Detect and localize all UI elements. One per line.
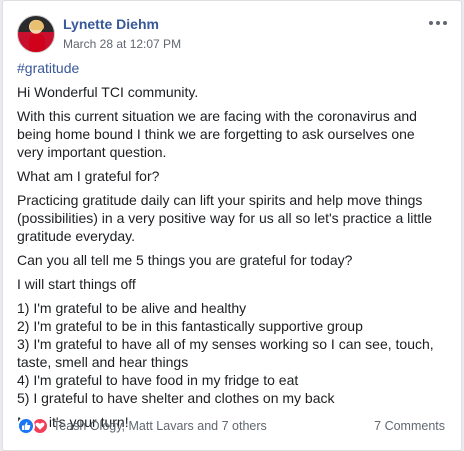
list-item: 3) I'm grateful to have all of my senses…	[17, 336, 434, 370]
comments-count-link[interactable]: 7 Comments	[374, 419, 445, 433]
post-footer: Teash Ology, Matt Lavars and 7 others 7 …	[17, 415, 447, 437]
list-item: 2) I'm grateful to be in this fantastica…	[17, 318, 363, 334]
list-item: 5) I grateful to have shelter and clothe…	[17, 390, 335, 406]
reaction-summary[interactable]: Teash Ology, Matt Lavars and 7 others	[17, 417, 267, 435]
dot	[443, 21, 447, 25]
hashtag-link[interactable]: #gratitude	[17, 60, 79, 76]
avatar-dress	[29, 34, 45, 52]
paragraph-ask: Can you all tell me 5 things you are gra…	[17, 252, 353, 268]
paragraph-greeting: Hi Wonderful TCI community.	[17, 84, 199, 100]
reactors-link[interactable]: Teash Ology, Matt Lavars and 7 others	[53, 419, 267, 433]
post-timestamp[interactable]: March 28 at 12:07 PM	[63, 37, 181, 51]
like-reaction-icon	[17, 417, 35, 435]
post-header: Lynette Diehm March 28 at 12:07 PM	[17, 15, 449, 55]
dot	[436, 21, 440, 25]
gratitude-list: 1) I'm grateful to be alive and healthy …	[17, 299, 437, 407]
paragraph-question: What am I grateful for?	[17, 168, 160, 184]
avatar-hair	[30, 20, 44, 30]
paragraph-start: I will start things off	[17, 276, 136, 292]
paragraph-situation: With this current situation we are facin…	[17, 108, 417, 160]
post-card: Lynette Diehm March 28 at 12:07 PM #grat…	[2, 0, 462, 451]
dot	[429, 21, 433, 25]
more-options-icon[interactable]	[429, 17, 447, 29]
author-avatar[interactable]	[17, 15, 55, 53]
list-item: 4) I'm grateful to have food in my fridg…	[17, 372, 299, 388]
list-item: 1) I'm grateful to be alive and healthy	[17, 300, 247, 316]
post-body: #gratitude Hi Wonderful TCI community. W…	[17, 59, 437, 437]
paragraph-practice: Practicing gratitude daily can lift your…	[17, 192, 433, 244]
author-name[interactable]: Lynette Diehm	[63, 16, 159, 32]
